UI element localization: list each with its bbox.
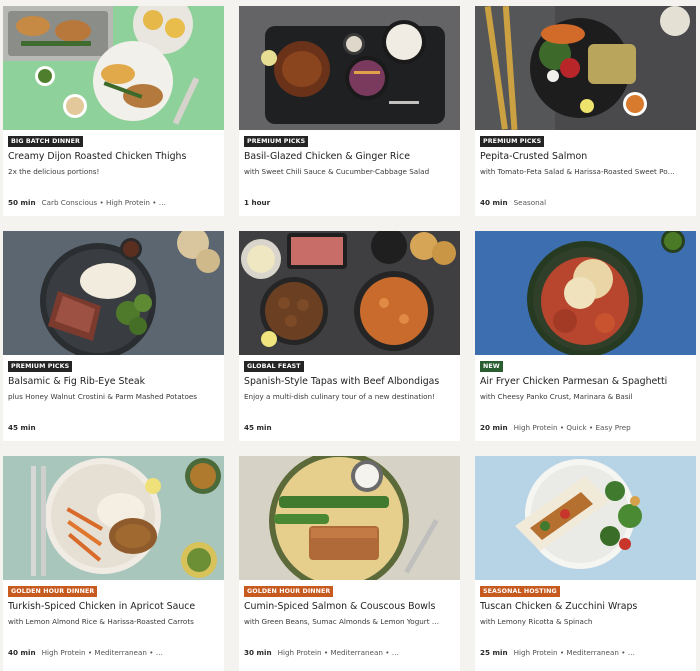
- recipe-title[interactable]: Turkish-Spiced Chicken in Apricot Sauce: [8, 601, 220, 613]
- recipe-tags: High Protein • Mediterranean • …: [277, 648, 399, 657]
- recipe-card[interactable]: SEASONAL HOSTING Tuscan Chicken & Zucchi…: [475, 456, 696, 671]
- recipe-image[interactable]: [3, 231, 224, 355]
- recipe-card[interactable]: PREMIUM PICKS Pepita-Crusted Salmon with…: [475, 6, 696, 216]
- recipe-badge: PREMIUM PICKS: [8, 361, 73, 372]
- recipe-card[interactable]: GLOBAL FEAST Spanish-Style Tapas with Be…: [239, 231, 460, 441]
- recipe-title[interactable]: Cumin-Spiced Salmon & Couscous Bowls: [244, 601, 456, 613]
- recipe-card[interactable]: BIG BATCH DINNER Creamy Dijon Roasted Ch…: [3, 6, 224, 216]
- recipe-image[interactable]: [475, 456, 696, 580]
- recipe-tags: Carb Conscious • High Protein • …: [41, 198, 166, 207]
- recipe-time: 30 min: [244, 648, 272, 657]
- recipe-badge: GOLDEN HOUR DINNER: [8, 586, 98, 597]
- recipe-subtitle: Enjoy a multi-dish culinary tour of a ne…: [244, 392, 435, 401]
- recipe-time: 40 min: [8, 648, 36, 657]
- recipe-subtitle: plus Honey Walnut Crostini & Parm Mashed…: [8, 392, 198, 401]
- recipe-time: 45 min: [244, 423, 272, 432]
- recipe-meta: 40 min Seasonal: [480, 198, 692, 208]
- recipe-card[interactable]: GOLDEN HOUR DINNER Cumin-Spiced Salmon &…: [239, 456, 460, 671]
- recipe-badge: BIG BATCH DINNER: [8, 136, 83, 147]
- recipe-image[interactable]: [239, 231, 460, 355]
- recipe-meta: 45 min: [244, 423, 456, 433]
- recipe-subtitle: 2x the delicious portions!: [8, 167, 100, 176]
- recipe-title[interactable]: Air Fryer Chicken Parmesan & Spaghetti: [480, 376, 692, 388]
- recipe-badge: PREMIUM PICKS: [244, 136, 309, 147]
- recipe-image[interactable]: [3, 456, 224, 580]
- recipe-subtitle: with Cheesy Panko Crust, Marinara & Basi…: [480, 392, 633, 401]
- recipe-tags: High Protein • Quick • Easy Prep: [513, 423, 631, 432]
- recipe-time: 1 hour: [244, 198, 271, 207]
- recipe-title[interactable]: Basil-Glazed Chicken & Ginger Rice: [244, 151, 456, 163]
- recipe-subtitle: with Green Beans, Sumac Almonds & Lemon …: [244, 617, 440, 626]
- recipe-title[interactable]: Creamy Dijon Roasted Chicken Thighs: [8, 151, 220, 163]
- recipe-time: 25 min: [480, 648, 508, 657]
- recipe-image[interactable]: [239, 456, 460, 580]
- recipe-badge: GLOBAL FEAST: [244, 361, 304, 372]
- recipe-badge: PREMIUM PICKS: [480, 136, 545, 147]
- recipe-meta: 25 min High Protein • Mediterranean • …: [480, 648, 692, 658]
- recipe-subtitle: with Lemony Ricotta & Spinach: [480, 617, 593, 626]
- recipe-card[interactable]: PREMIUM PICKS Basil-Glazed Chicken & Gin…: [239, 6, 460, 216]
- recipe-time: 40 min: [480, 198, 508, 207]
- recipe-meta: 40 min High Protein • Mediterranean • …: [8, 648, 220, 658]
- recipe-card[interactable]: GOLDEN HOUR DINNER Turkish-Spiced Chicke…: [3, 456, 224, 671]
- recipe-subtitle: with Tomato-Feta Salad & Harissa-Roasted…: [480, 167, 675, 176]
- recipe-image[interactable]: [475, 231, 696, 355]
- recipe-grid: BIG BATCH DINNER Creamy Dijon Roasted Ch…: [0, 0, 700, 671]
- recipe-image[interactable]: [475, 6, 696, 130]
- recipe-title[interactable]: Tuscan Chicken & Zucchini Wraps: [480, 601, 692, 613]
- recipe-meta: 20 min High Protein • Quick • Easy Prep: [480, 423, 692, 433]
- recipe-subtitle: with Lemon Almond Rice & Harissa-Roasted…: [8, 617, 194, 626]
- recipe-title[interactable]: Spanish-Style Tapas with Beef Albondigas: [244, 376, 456, 388]
- recipe-title[interactable]: Pepita-Crusted Salmon: [480, 151, 692, 163]
- recipe-card[interactable]: NEW Air Fryer Chicken Parmesan & Spaghet…: [475, 231, 696, 441]
- recipe-meta: 45 min: [8, 423, 220, 433]
- recipe-badge: GOLDEN HOUR DINNER: [244, 586, 334, 597]
- recipe-image[interactable]: [239, 6, 460, 130]
- recipe-tags: High Protein • Mediterranean • …: [41, 648, 163, 657]
- recipe-image[interactable]: [3, 6, 224, 130]
- recipe-tags: High Protein • Mediterranean • …: [513, 648, 635, 657]
- recipe-meta: 1 hour: [244, 198, 456, 208]
- recipe-card[interactable]: PREMIUM PICKS Balsamic & Fig Rib-Eye Ste…: [3, 231, 224, 441]
- recipe-badge: SEASONAL HOSTING: [480, 586, 560, 597]
- recipe-time: 20 min: [480, 423, 508, 432]
- recipe-meta: 30 min High Protein • Mediterranean • …: [244, 648, 456, 658]
- recipe-tags: Seasonal: [513, 198, 547, 207]
- recipe-time: 45 min: [8, 423, 36, 432]
- recipe-badge: NEW: [480, 361, 503, 372]
- recipe-meta: 50 min Carb Conscious • High Protein • …: [8, 198, 220, 208]
- recipe-time: 50 min: [8, 198, 36, 207]
- recipe-subtitle: with Sweet Chili Sauce & Cucumber-Cabbag…: [244, 167, 430, 176]
- recipe-title[interactable]: Balsamic & Fig Rib-Eye Steak: [8, 376, 220, 388]
